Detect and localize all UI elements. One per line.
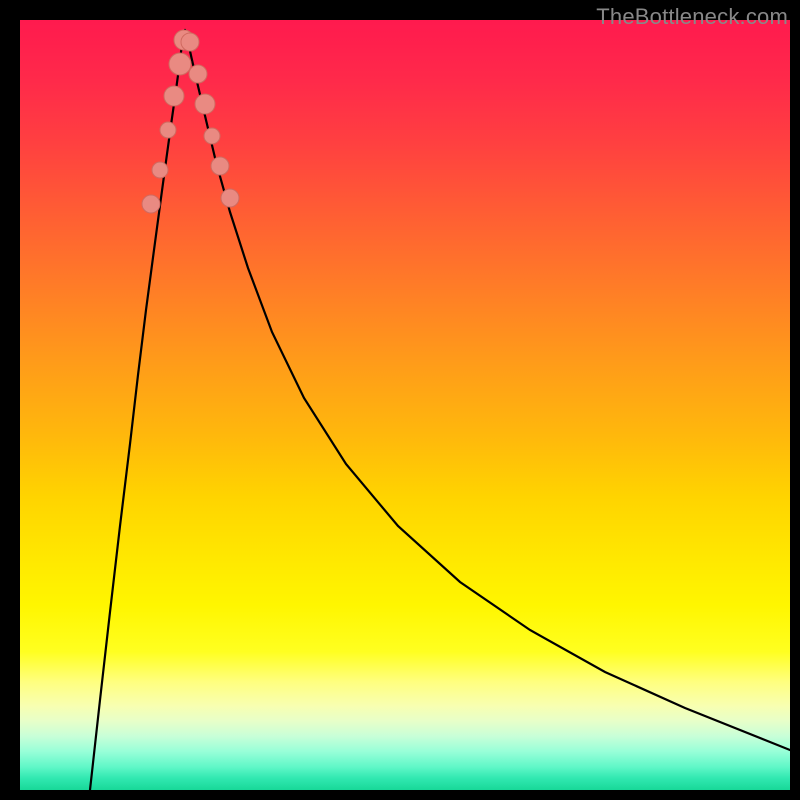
scatter-dot xyxy=(142,195,160,213)
scatter-dot xyxy=(195,94,215,114)
scatter-dot xyxy=(189,65,207,83)
chart-svg xyxy=(20,20,790,790)
watermark-text: TheBottleneck.com xyxy=(596,4,788,30)
scatter-dot xyxy=(211,157,229,175)
scatter-dot xyxy=(169,53,191,75)
scatter-dot xyxy=(164,86,184,106)
scatter-dot xyxy=(152,162,168,178)
right-curve xyxy=(185,30,790,750)
scatter-dot xyxy=(221,189,239,207)
scatter-dot xyxy=(204,128,220,144)
scatter-dot xyxy=(181,33,199,51)
left-curve xyxy=(90,30,185,790)
chart-plot-area xyxy=(20,20,790,790)
scatter-dot xyxy=(160,122,176,138)
